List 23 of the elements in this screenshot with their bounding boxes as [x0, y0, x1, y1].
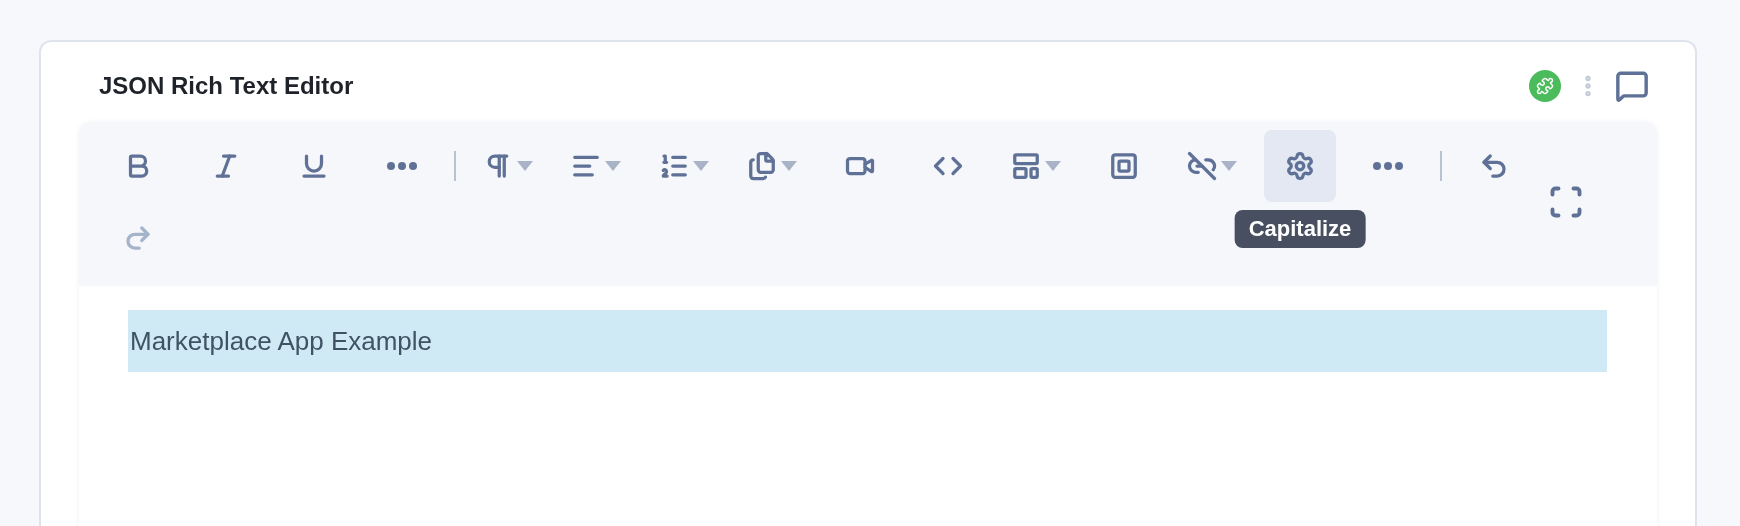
comment-icon[interactable] — [1615, 69, 1649, 103]
redo-icon — [123, 223, 153, 253]
layout-icon — [1011, 151, 1041, 181]
copy-icon — [747, 151, 777, 181]
status-indicator[interactable] — [1529, 70, 1561, 102]
caret-icon — [605, 161, 621, 171]
numbered-list-icon — [659, 151, 689, 181]
settings-icon — [1285, 151, 1315, 181]
undo-icon — [1479, 151, 1509, 181]
editor-title: JSON Rich Text Editor — [99, 72, 354, 100]
more-icon — [387, 162, 417, 170]
caret-icon — [1045, 161, 1061, 171]
more-icon — [1373, 162, 1403, 170]
broken-link-icon — [1187, 151, 1217, 181]
caret-icon — [1221, 161, 1237, 171]
editor-paragraph[interactable]: Marketplace App Example — [128, 310, 1607, 372]
caret-icon — [517, 161, 533, 171]
caret-icon — [781, 161, 797, 171]
square-icon — [1109, 151, 1139, 181]
puzzle-icon — [1536, 77, 1554, 95]
caret-icon — [693, 161, 709, 171]
fullscreen-icon — [1548, 184, 1584, 220]
tooltip: Capitalize — [1234, 210, 1366, 248]
